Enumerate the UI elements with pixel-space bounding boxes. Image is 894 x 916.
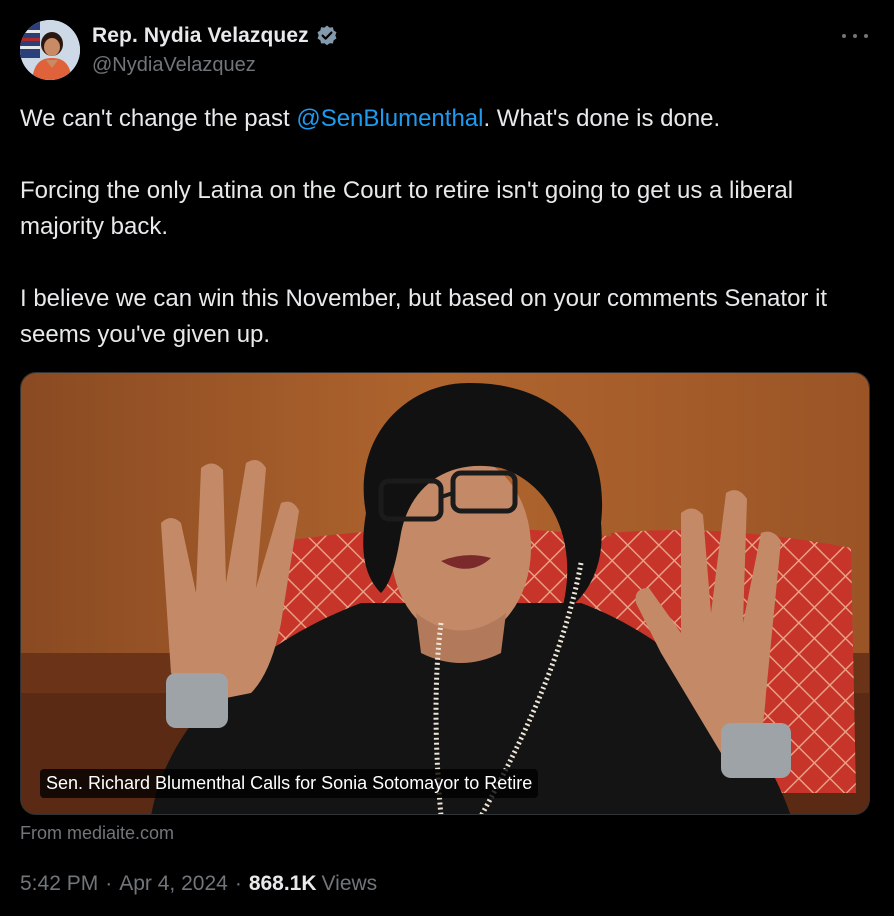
tweet-paragraph-2: Forcing the only Latina on the Court to … xyxy=(20,177,794,240)
views-label: Views xyxy=(321,872,378,895)
card-caption: Sen. Richard Blumenthal Calls for Sonia … xyxy=(40,769,539,798)
mention-link[interactable]: @SenBlumenthal xyxy=(296,105,483,132)
display-name[interactable]: Rep. Nydia Velazquez xyxy=(92,24,309,48)
card-source-link[interactable]: From mediaite.com xyxy=(20,823,174,844)
verified-badge-icon xyxy=(315,24,339,48)
tweet-time[interactable]: 5:42 PM xyxy=(20,872,98,896)
separator-dot: · xyxy=(105,872,113,895)
tweet-text: We can't change the past @SenBlumenthal.… xyxy=(20,101,880,353)
separator-dot: · xyxy=(234,872,242,895)
tweet-text-segment: We can't change the past xyxy=(20,105,297,132)
card-image xyxy=(21,373,869,814)
views-count[interactable]: 868.1K xyxy=(249,872,317,896)
link-card[interactable]: Sen. Richard Blumenthal Calls for Sonia … xyxy=(20,372,870,815)
tweet-metadata: 5:42 PM · Apr 4, 2024 · 868.1K Views xyxy=(20,872,377,896)
tweet-date[interactable]: Apr 4, 2024 xyxy=(119,872,228,896)
tweet-text-segment: . What's done is done. xyxy=(483,105,721,132)
tweet-header: Rep. Nydia Velazquez @NydiaVelazquez xyxy=(20,18,874,82)
avatar[interactable] xyxy=(20,20,80,80)
handle[interactable]: @NydiaVelazquez xyxy=(92,54,339,77)
more-options-icon[interactable] xyxy=(842,26,868,46)
tweet-paragraph-3: I believe we can win this November, but … xyxy=(20,285,828,348)
tweet-paragraph-1: We can't change the past @SenBlumenthal.… xyxy=(20,101,880,137)
